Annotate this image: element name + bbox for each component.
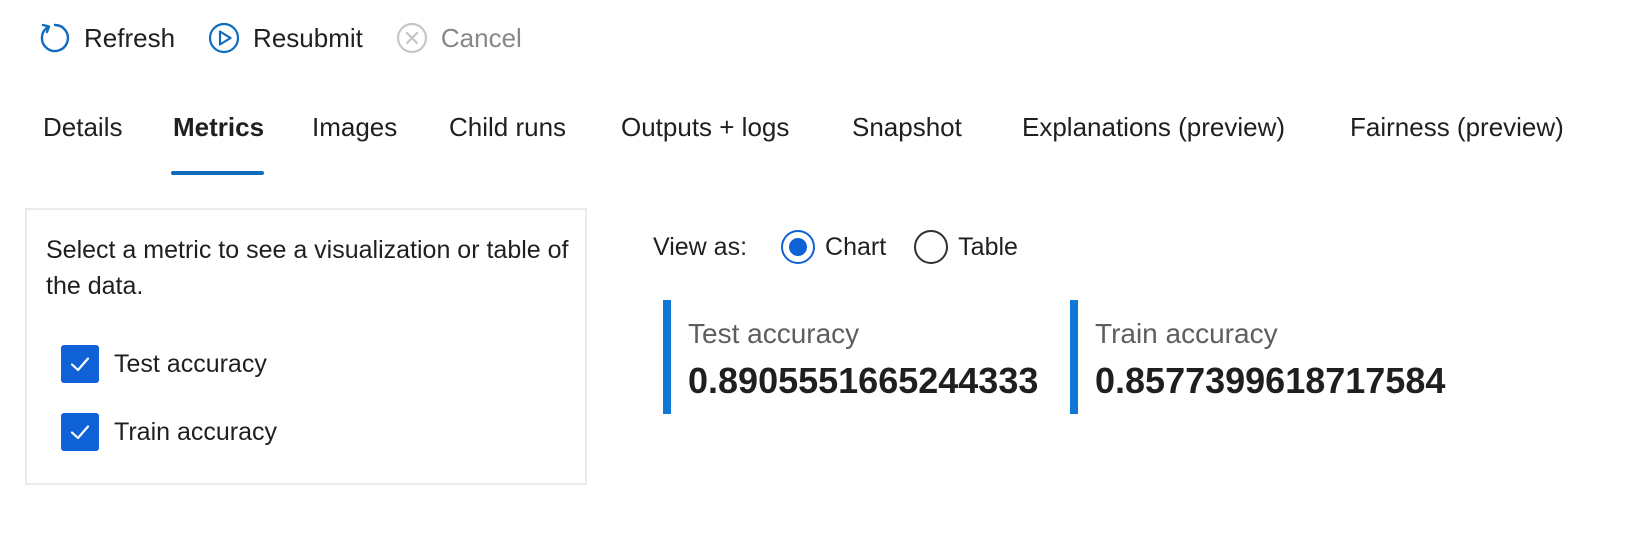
view-as-table-option[interactable]: Table — [914, 230, 1018, 264]
tab-details[interactable]: Details — [43, 112, 122, 143]
view-as-chart-option[interactable]: Chart — [781, 230, 886, 264]
radio-unselected-icon — [914, 230, 949, 264]
metric-selector-hint: Select a metric to see a visualization o… — [46, 236, 569, 300]
tab-explanations[interactable]: Explanations (preview) — [1022, 112, 1285, 143]
tab-outputs-logs[interactable]: Outputs + logs — [621, 112, 789, 143]
metric-checkbox-test-accuracy[interactable]: Test accuracy — [61, 345, 267, 383]
metric-selector-panel: Select a metric to see a visualization o… — [25, 208, 587, 485]
tab-fairness[interactable]: Fairness (preview) — [1350, 112, 1564, 143]
radio-selected-icon — [781, 230, 816, 264]
view-as-group: View as: Chart Table — [653, 226, 1046, 268]
refresh-label: Refresh — [84, 22, 176, 53]
tab-child-runs[interactable]: Child runs — [449, 112, 566, 143]
active-tab-indicator — [171, 171, 264, 175]
metric-card-value: 0.8577399618717584 — [1095, 360, 1446, 401]
run-metrics-page: Refresh Resubmit Cancel Details Metrics … — [0, 0, 1651, 543]
cancel-button[interactable]: Cancel — [395, 21, 522, 55]
refresh-button[interactable]: Refresh — [38, 21, 175, 55]
resubmit-label: Resubmit — [253, 22, 363, 53]
command-bar: Refresh Resubmit Cancel — [38, 18, 554, 58]
play-circle-icon — [207, 21, 241, 55]
view-as-table-label: Table — [958, 232, 1018, 261]
metric-card-name: Test accuracy — [688, 318, 860, 349]
checkmark-icon — [61, 413, 99, 451]
tab-metrics[interactable]: Metrics — [173, 112, 264, 143]
metric-checkbox-train-accuracy[interactable]: Train accuracy — [61, 413, 277, 451]
cancel-circle-icon — [395, 21, 429, 55]
metric-card-name: Train accuracy — [1095, 318, 1278, 349]
metric-card-train-accuracy: Train accuracy 0.8577399618717584 — [1070, 300, 1470, 414]
view-as-label: View as: — [653, 232, 748, 261]
card-accent-bar — [1070, 300, 1078, 414]
metric-card-test-accuracy: Test accuracy 0.8905551665244333 — [663, 300, 1063, 414]
tab-snapshot[interactable]: Snapshot — [852, 112, 962, 143]
refresh-icon — [38, 21, 72, 55]
card-accent-bar — [663, 300, 671, 414]
resubmit-button[interactable]: Resubmit — [207, 21, 363, 55]
run-tabs: Details Metrics Images Child runs Output… — [0, 112, 1651, 182]
view-as-chart-label: Chart — [825, 232, 887, 261]
checkmark-icon — [61, 345, 99, 383]
metric-checkbox-label: Train accuracy — [114, 417, 278, 446]
cancel-label: Cancel — [440, 22, 522, 53]
metric-checkbox-label: Test accuracy — [114, 349, 267, 378]
tab-images[interactable]: Images — [312, 112, 397, 143]
metric-card-value: 0.8905551665244333 — [688, 360, 1039, 401]
